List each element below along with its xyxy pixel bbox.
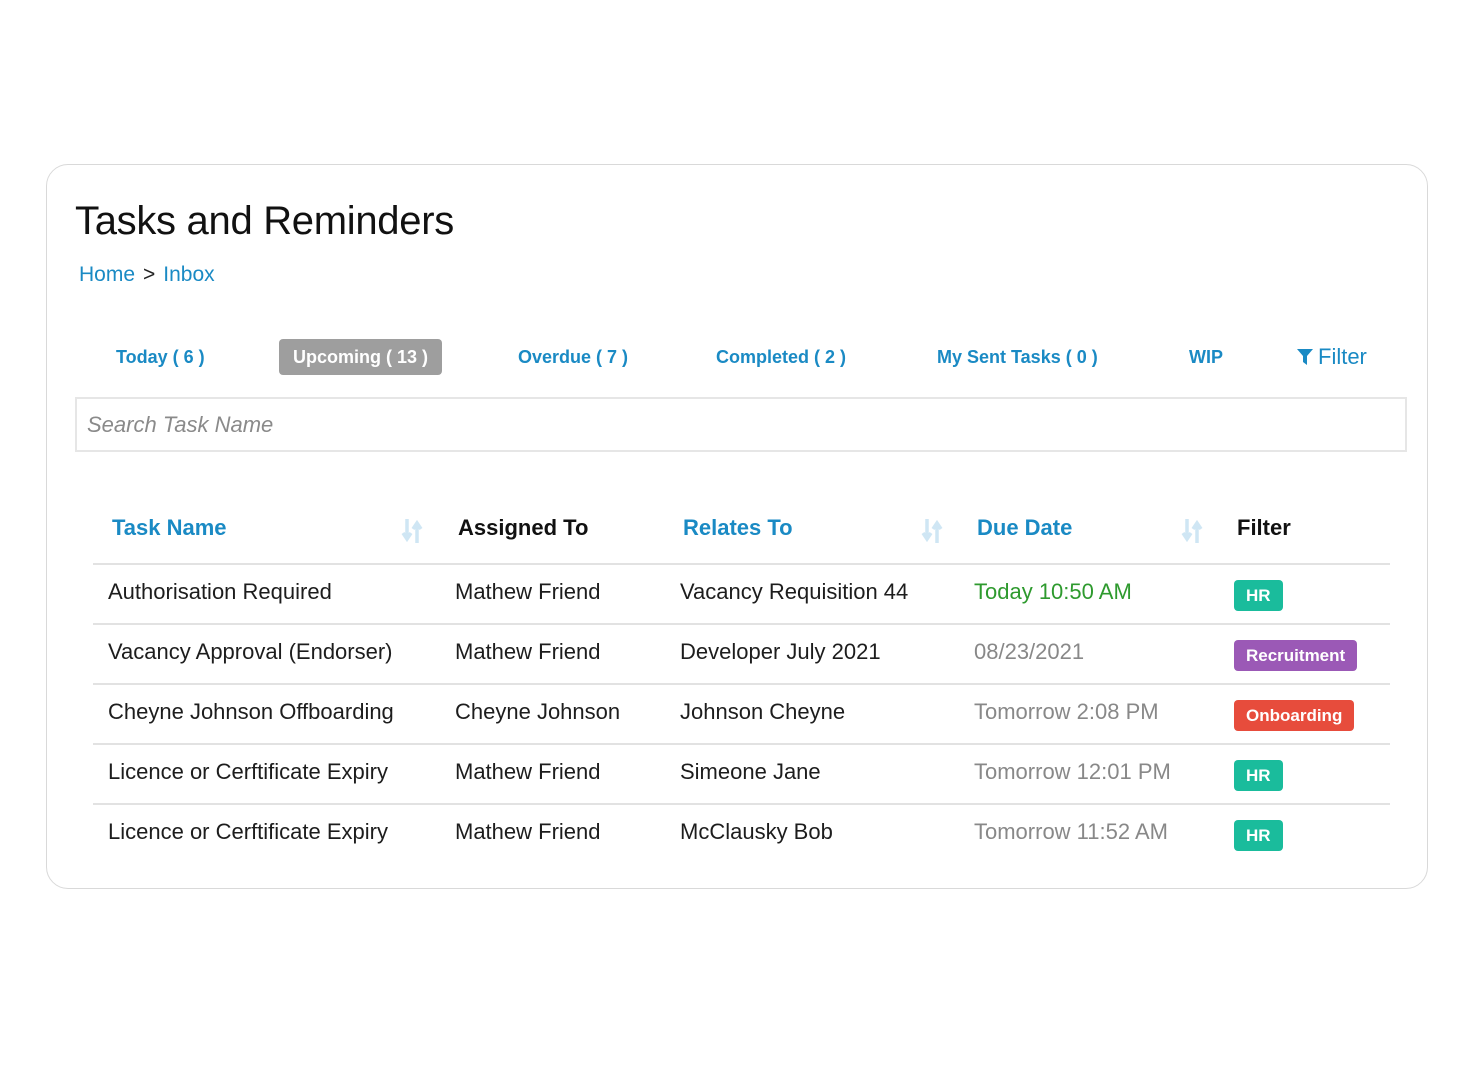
cell-relates-to: Johnson Cheyne [680,699,846,724]
category-badge: Recruitment [1234,640,1358,671]
tab-overdue[interactable]: Overdue ( 7 ) [504,339,642,375]
breadcrumb-home[interactable]: Home [79,263,135,286]
cell-assigned-to: Mathew Friend [455,819,601,844]
breadcrumb: Home > Inbox [79,263,215,287]
table-body: Authorisation Required Mathew Friend Vacan… [93,565,1390,863]
cell-due-date: Today 10:50 AM [974,579,1132,604]
cell-assigned-to: Mathew Friend [455,579,601,604]
tab-wip[interactable]: WIP [1175,339,1237,375]
tab-upcoming[interactable]: Upcoming ( 13 ) [279,339,443,375]
table-row[interactable]: Licence or Cerftificate Expiry Mathew Fri… [93,745,1390,805]
cell-due-date: Tomorrow 2:08 PM [974,699,1159,724]
table-row[interactable]: Cheyne Johnson Offboarding Cheyne Johnson… [93,685,1390,745]
cell-relates-to: Vacancy Requisition 44 [680,579,909,604]
task-tabs: Today ( 6 ) Upcoming ( 13 ) Overdue ( 7 … [47,337,1427,377]
cell-relates-to: McClausky Bob [680,819,833,844]
filter-label: Filter [1318,344,1367,369]
cell-task-name[interactable]: Licence or Cerftificate Expiry [108,759,388,785]
tab-completed[interactable]: Completed ( 2 ) [702,339,860,375]
filter-button[interactable]: Filter [1282,339,1381,375]
category-badge: HR [1234,760,1283,791]
cell-relates-to: Developer July 2021 [680,639,881,664]
column-header-task-name[interactable]: Task Name [112,515,227,541]
table-row[interactable]: Vacancy Approval (Endorser) Mathew Friend… [93,625,1390,685]
filter-funnel-icon [1297,349,1313,365]
column-header-relates-to[interactable]: Relates To [683,515,793,541]
tab-my-sent-tasks[interactable]: My Sent Tasks ( 0 ) [923,339,1112,375]
breadcrumb-inbox[interactable]: Inbox [163,263,214,286]
sort-icon[interactable] [400,517,424,545]
category-badge: HR [1234,820,1283,851]
category-badge: HR [1234,580,1283,611]
cell-task-name[interactable]: Licence or Cerftificate Expiry [108,819,388,845]
sort-icon[interactable] [920,517,944,545]
tab-today[interactable]: Today ( 6 ) [102,339,219,375]
page-title: Tasks and Reminders [75,199,454,243]
cell-due-date: Tomorrow 11:52 AM [974,819,1169,844]
breadcrumb-separator: > [143,263,156,286]
cell-assigned-to: Mathew Friend [455,639,601,664]
cell-task-name[interactable]: Authorisation Required [108,579,332,605]
table-row[interactable]: Authorisation Required Mathew Friend Vacan… [93,565,1390,625]
cell-due-date: 08/23/2021 [974,639,1085,664]
cell-relates-to: Simeone Jane [680,759,821,784]
cell-task-name[interactable]: Cheyne Johnson Offboarding [108,699,394,725]
tasks-table: Task Name Assigned To Relates To Due Dat… [93,501,1390,863]
search-task-input[interactable] [75,397,1407,452]
tasks-card: Tasks and Reminders Home > Inbox Today ( 6… [46,164,1428,889]
table-row[interactable]: Licence or Cerftificate Expiry Mathew Fri… [93,805,1390,863]
cell-assigned-to: Cheyne Johnson [455,699,621,724]
column-header-assigned-to: Assigned To [458,515,589,540]
column-header-due-date[interactable]: Due Date [977,515,1072,541]
category-badge: Onboarding [1234,700,1355,731]
cell-assigned-to: Mathew Friend [455,759,601,784]
table-header: Task Name Assigned To Relates To Due Dat… [93,501,1390,565]
cell-task-name[interactable]: Vacancy Approval (Endorser) [108,639,393,665]
cell-due-date: Tomorrow 12:01 PM [974,759,1171,784]
column-header-filter: Filter [1237,515,1291,540]
sort-icon[interactable] [1180,517,1204,545]
